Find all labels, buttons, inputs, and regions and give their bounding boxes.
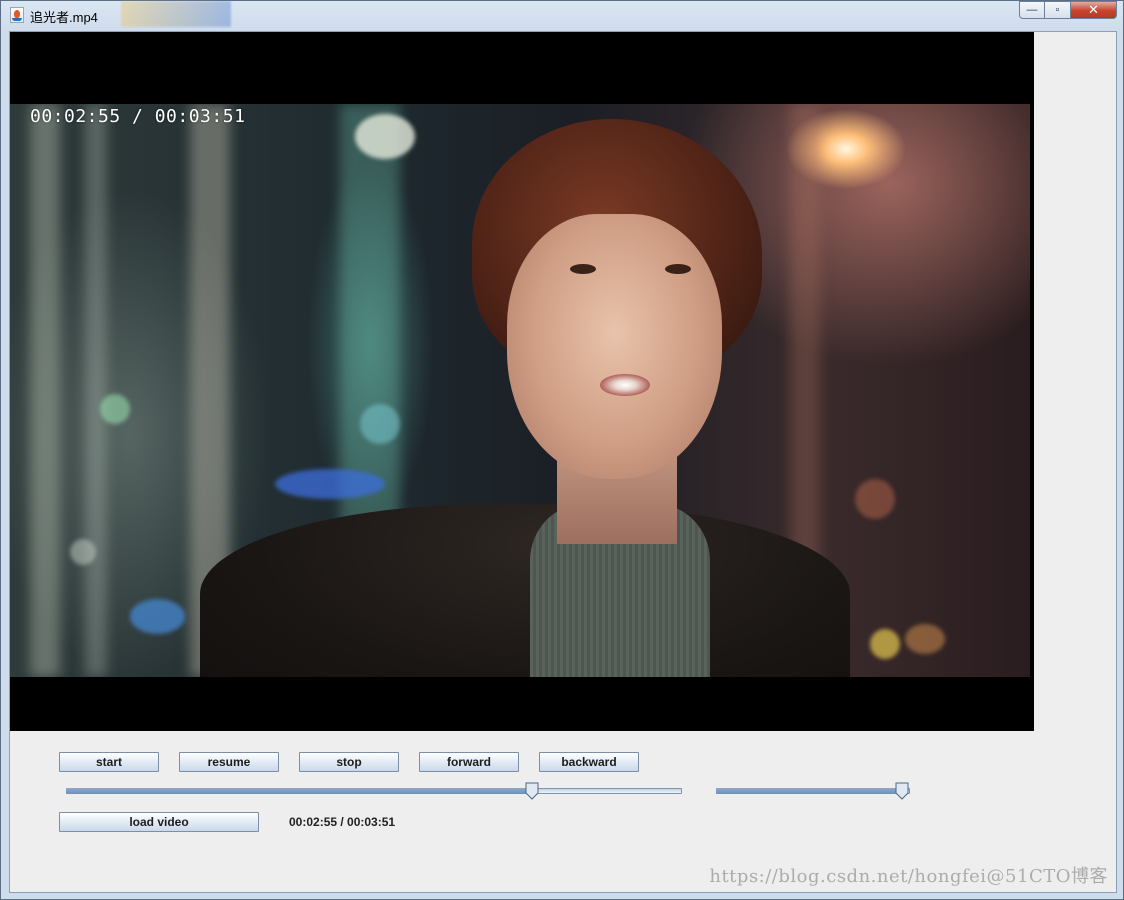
bokeh-light <box>355 114 415 159</box>
watermark-text: https://blog.csdn.net/hongfei@51CTO博客 <box>709 866 1108 887</box>
progress-slider[interactable] <box>66 781 682 801</box>
forward-button[interactable]: forward <box>419 752 519 772</box>
progress-thumb[interactable] <box>525 782 539 800</box>
light-streak <box>85 104 107 677</box>
bokeh-light <box>905 624 945 654</box>
bokeh-light <box>855 479 895 519</box>
background-ghost-thumbnail <box>121 1 231 27</box>
java-coffee-cup-icon <box>10 7 24 23</box>
video-panel[interactable]: 00:02:55 / 00:03:51 <box>10 32 1034 731</box>
volume-slider[interactable] <box>716 781 910 801</box>
maximize-icon[interactable]: ▫ <box>1045 1 1071 19</box>
resume-button[interactable]: resume <box>179 752 279 772</box>
bokeh-light <box>70 539 96 565</box>
app-window: 追光者.mp4 — ▫ ✕ 00:02:55 / 00:03:51 start … <box>0 0 1124 900</box>
window-controls: — ▫ ✕ <box>1019 1 1117 21</box>
minimize-icon[interactable]: — <box>1019 1 1045 19</box>
window-title: 追光者.mp4 <box>30 10 98 25</box>
progress-fill <box>66 788 532 794</box>
person-coat <box>200 504 850 677</box>
client-area: 00:02:55 / 00:03:51 start resume stop fo… <box>9 31 1117 893</box>
person-eye <box>665 264 691 274</box>
bokeh-light <box>275 469 385 499</box>
title-bar[interactable]: 追光者.mp4 — ▫ ✕ <box>1 1 1123 29</box>
person-face <box>507 214 722 479</box>
volume-thumb[interactable] <box>895 782 909 800</box>
bokeh-light <box>870 629 900 659</box>
light-streak <box>30 104 60 677</box>
start-button[interactable]: start <box>59 752 159 772</box>
bokeh-light <box>130 599 185 634</box>
volume-fill <box>716 788 902 794</box>
video-time-overlay: 00:02:55 / 00:03:51 <box>30 106 246 127</box>
video-frame <box>10 104 1030 677</box>
bokeh-light <box>100 394 130 424</box>
time-label: 00:02:55 / 00:03:51 <box>289 815 396 829</box>
load-video-button[interactable]: load video <box>59 812 259 832</box>
close-icon[interactable]: ✕ <box>1071 1 1117 19</box>
stop-button[interactable]: stop <box>299 752 399 772</box>
bokeh-light <box>360 404 400 444</box>
person-mouth <box>600 374 650 396</box>
backward-button[interactable]: backward <box>539 752 639 772</box>
person-eye <box>570 264 596 274</box>
